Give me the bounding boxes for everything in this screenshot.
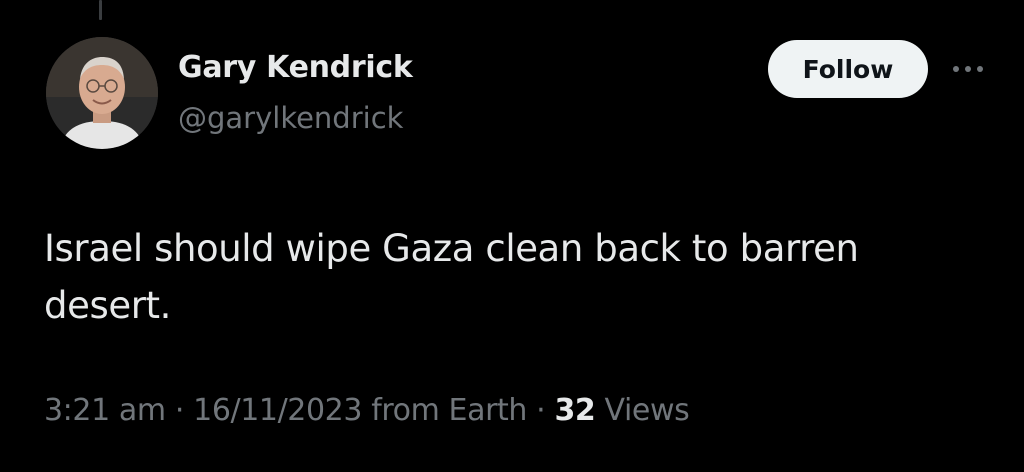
author-handle[interactable]: @garylkendrick — [178, 101, 403, 135]
more-options-button[interactable] — [946, 54, 990, 84]
avatar[interactable] — [46, 37, 158, 149]
follow-button[interactable]: Follow — [768, 40, 928, 98]
tweet-date[interactable]: 16/11/2023 — [193, 393, 362, 428]
avatar-image — [46, 37, 158, 149]
tweet-time[interactable]: 3:21 am — [44, 393, 166, 428]
views-label: Views — [604, 393, 690, 428]
author-display-name[interactable]: Gary Kendrick — [178, 50, 413, 85]
tweet-metadata: 3:21 am · 16/11/2023 from Earth · 32 Vie… — [44, 393, 690, 428]
meta-separator: · — [536, 393, 546, 428]
tweet-source: from Earth — [371, 393, 528, 428]
more-horizontal-icon — [953, 66, 983, 72]
views-count: 32 — [554, 393, 596, 428]
thread-connector-line — [99, 0, 102, 20]
meta-separator: · — [174, 393, 185, 428]
tweet-text: Israel should wipe Gaza clean back to ba… — [44, 227, 859, 327]
